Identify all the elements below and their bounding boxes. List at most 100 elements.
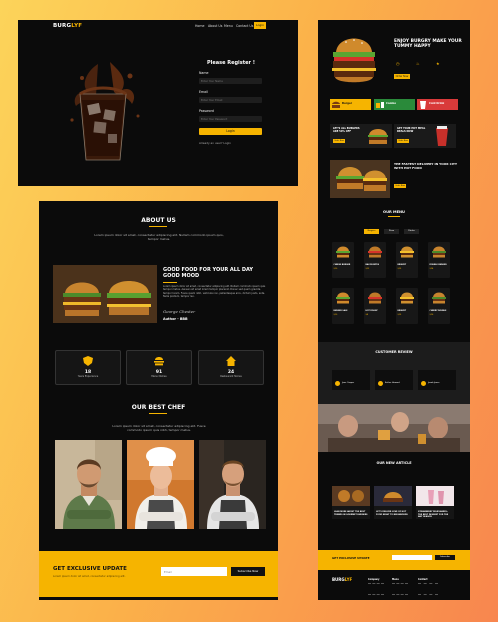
avatar: [378, 381, 383, 386]
nav-home[interactable]: Home: [195, 24, 204, 28]
blog-image: [416, 486, 454, 506]
menu-item-price: $8: [365, 314, 369, 317]
title-underline: [149, 226, 167, 227]
chef-title: OUR BEST CHEF: [131, 404, 186, 411]
blog-image: [374, 486, 412, 506]
password-label: Password: [199, 109, 214, 113]
menu-item-image: [432, 246, 446, 258]
menu-item-image: [336, 292, 350, 304]
menu-tab-drinks[interactable]: Drinks: [404, 229, 419, 234]
chef-photo: [199, 440, 266, 529]
nav-login-button[interactable]: Login: [254, 22, 266, 29]
feature-order-button[interactable]: Order Now: [394, 184, 406, 188]
footer-links[interactable]: [392, 583, 408, 595]
blog-post[interactable]: STRAWBERRY MILKSHAKES: THE BEST DESSERT …: [416, 486, 454, 519]
password-field[interactable]: Enter Your Password: [199, 116, 262, 122]
blog-title: OUR NEW ARTICLE: [376, 461, 412, 465]
deal-title: LET'S ALL BURGERS ARE 50% OFF: [333, 127, 360, 133]
about-title: ABOUT US: [141, 217, 176, 224]
blog-post-title: STRAWBERRY MILKSHAKES: THE BEST DESSERT …: [418, 511, 449, 519]
email-input[interactable]: Email: [161, 567, 227, 576]
menu-item-card[interactable]: BRISKET $15: [396, 242, 418, 278]
hero-order-button[interactable]: Order Now: [394, 74, 410, 79]
promo-tile-combo[interactable]: Combo: [374, 99, 415, 110]
nav-menu[interactable]: Menu: [224, 24, 233, 28]
menu-item-image: [368, 246, 382, 258]
menu-item-card[interactable]: DOUBLE BURGER $14: [428, 242, 450, 278]
subscribe-button[interactable]: Subscribe: [435, 555, 455, 560]
logo[interactable]: BURGLYF: [53, 23, 82, 29]
menu-item-price: $15: [397, 314, 402, 317]
fire-icon: ♨: [416, 61, 420, 66]
email-field[interactable]: Enter Your Email: [199, 97, 262, 103]
footer-col-company: Company: [368, 578, 380, 581]
promo-tile-burger[interactable]: Burger: [330, 99, 371, 110]
deal-burger-image: [368, 129, 388, 144]
menu-item-image: [368, 292, 382, 304]
stat-card: 24 Restaurant Stores: [198, 350, 264, 385]
nav-contact[interactable]: Contact Us: [236, 24, 253, 28]
burger-icon: [154, 357, 164, 366]
menu-item-price: $10: [333, 268, 338, 271]
email-input[interactable]: [392, 555, 432, 560]
menu-item-price: $12: [365, 268, 370, 271]
footer-links[interactable]: [368, 583, 384, 595]
footer-links[interactable]: [418, 583, 438, 595]
deal-drink-image: [436, 126, 448, 146]
home-page: ENJOY BURGRY MAKE YOUR TUMMY HAPPY ◷ ♨ ★…: [318, 20, 470, 600]
register-page: BURGLYF Home About Us Menu Contact Us Lo…: [18, 20, 298, 186]
email-label: Email: [199, 90, 208, 94]
stat-card: 18 Years Experience: [55, 350, 121, 385]
logo-accent: LYF: [71, 23, 83, 29]
exclusive-banner: [318, 550, 470, 570]
deal-title: GET YOUR HOT MEAL DEALS NOW: [397, 127, 426, 133]
chef-underline: [149, 413, 167, 414]
menu-item-image: [400, 246, 414, 258]
menu-tab-burgers[interactable]: Burgers: [364, 229, 379, 234]
avatar: [421, 381, 426, 386]
menu-item-image: [400, 292, 414, 304]
promo-burger-icon: [332, 101, 340, 108]
menu-item-card[interactable]: BACON BITES $12: [364, 242, 386, 278]
promo-tile-drink[interactable]: Cold Drink: [417, 99, 458, 110]
reviewer-name: Jane Cooper: [342, 382, 355, 384]
good-food-title: GOOD FOOD FOR YOUR ALL DAY GOOD MOOD: [163, 267, 254, 279]
promo-drink-icon: [420, 101, 426, 109]
menu-item-card[interactable]: CHERRY DOUBLE $16: [428, 288, 450, 324]
review-card: Jacob Jones: [418, 370, 456, 390]
deal-card[interactable]: LET'S ALL BURGERS ARE 50% OFF Order Now: [330, 124, 392, 148]
chef-text: Lorem ipsum dolor sit amet, consectetur …: [112, 424, 206, 432]
deal-order-button[interactable]: Order Now: [333, 139, 345, 143]
menu-item-card[interactable]: BRISKET $15: [396, 288, 418, 324]
exclusive-title: GET EXCLUSIVE UPDATE: [332, 556, 370, 560]
hero-title: ENJOY BURGRY MAKE YOUR TUMMY HAPPY: [394, 39, 462, 49]
nav-about[interactable]: About Us: [208, 24, 222, 28]
blog-post[interactable]: LET'S DELIVER LOVE OF HOT FOOD NIGHT TO …: [374, 486, 412, 519]
hero-burger-image: [332, 38, 376, 83]
shield-icon: [83, 356, 93, 366]
blog-image: [332, 486, 370, 506]
exclusive-title: GET EXCLUSIVE UPDATE: [53, 566, 127, 572]
already-user-link[interactable]: Already an user? Login: [199, 141, 231, 145]
login-button[interactable]: Login: [199, 128, 262, 135]
clock-icon: ◷: [396, 61, 400, 66]
about-text: Lorem ipsum dolor sit amet, consectetur …: [94, 233, 224, 241]
menu-tab-pizza[interactable]: Pizza: [384, 229, 399, 234]
menu-item-card[interactable]: BURGER SALE $10: [332, 288, 354, 324]
blog-post[interactable]: LEAN MORE ABOUT THE BEST TRENDS IN GOURM…: [332, 486, 370, 519]
menu-item-card[interactable]: CHEESE BURGER $10: [332, 242, 354, 278]
subscribe-button[interactable]: Subscribe Now: [231, 567, 265, 576]
chef-photo: [55, 440, 122, 529]
avatar: [335, 381, 340, 386]
promo-label: Cold Drink: [429, 102, 445, 105]
menu-item-price: $15: [397, 268, 402, 271]
chef-signature: George Chester: [163, 309, 196, 314]
stat-card: 91 Menu Dishes: [126, 350, 192, 385]
deal-card[interactable]: GET YOUR HOT MEAL DEALS NOW Order Now: [394, 124, 456, 148]
deal-order-button[interactable]: Order Now: [397, 139, 409, 143]
name-field[interactable]: Enter Your Name: [199, 78, 262, 84]
footer-logo[interactable]: BURGLYF: [332, 577, 352, 582]
promo-combo-icon: [376, 102, 384, 108]
menu-underline: [388, 216, 400, 217]
menu-item-card[interactable]: HOT DOGGY $8: [364, 288, 386, 324]
